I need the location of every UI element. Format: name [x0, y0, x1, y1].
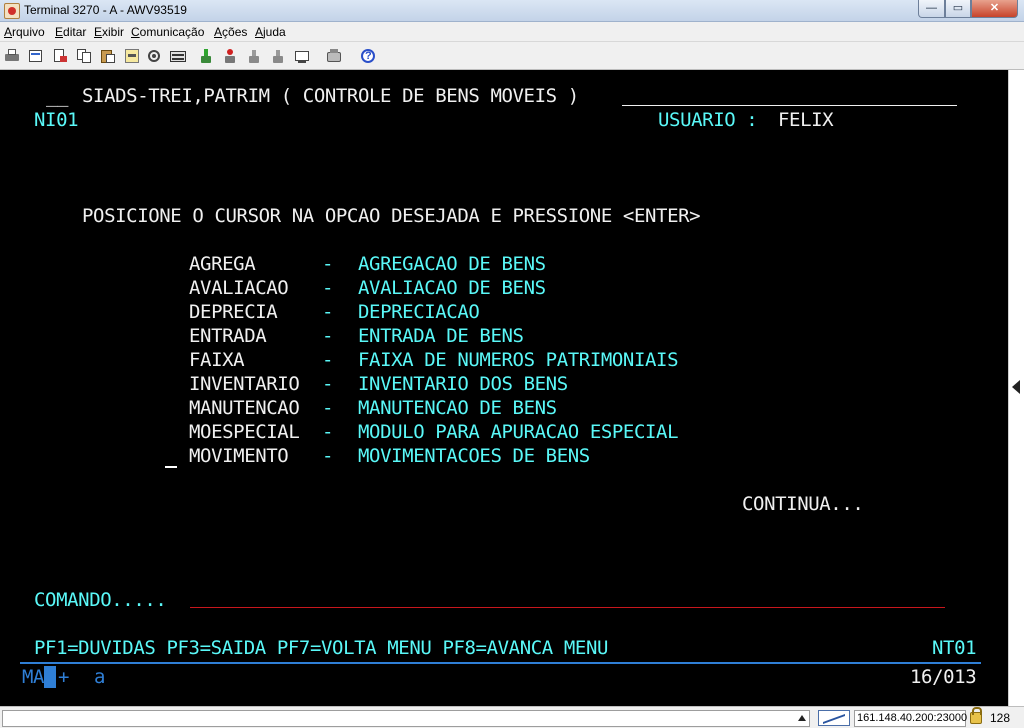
maximize-button[interactable]: ▭ [945, 0, 971, 18]
record-icon[interactable] [326, 48, 342, 64]
connect-icon[interactable] [198, 48, 214, 64]
option-code[interactable]: DEPRECIA [189, 301, 277, 323]
header-underline [622, 105, 957, 106]
color-icon[interactable] [294, 48, 310, 64]
screen-code: NT01 [932, 637, 976, 659]
status-message-field [2, 710, 810, 727]
oia-field: a [94, 666, 105, 688]
option-description: INVENTARIO DOS BENS [358, 373, 568, 395]
option-description: DEPRECIACAO [358, 301, 479, 323]
user-name: FELIX [778, 109, 833, 131]
menu-bar: Arquivo Editar Exibir Comunicação Ações … [0, 22, 1024, 42]
option-separator: - [322, 325, 333, 347]
disconnect-icon[interactable] [222, 48, 238, 64]
option-code[interactable]: AVALIACAO [189, 277, 288, 299]
paste-icon[interactable] [100, 48, 116, 64]
option-separator: - [322, 277, 333, 299]
menu-editar[interactable]: Editar [55, 25, 86, 39]
oia-cursor-position: 16/013 [910, 666, 976, 688]
menu-acoes[interactable]: Ações [214, 25, 247, 39]
option-code[interactable]: ENTRADA [189, 325, 266, 347]
help-icon[interactable]: ? [360, 48, 376, 64]
expand-panel-icon[interactable] [1012, 380, 1020, 394]
menu-arquivo[interactable]: Arquivo [4, 25, 45, 39]
session-count: 128 [990, 711, 1010, 725]
connection-status-icon [818, 710, 850, 726]
command-input-underline [190, 607, 945, 608]
header-prefix: __ [46, 85, 68, 107]
option-code[interactable]: INVENTARIO [189, 373, 299, 395]
option-code[interactable]: MOESPECIAL [189, 421, 299, 443]
screen-id: NI01 [34, 109, 78, 131]
option-separator: - [322, 301, 333, 323]
macro-icon[interactable] [124, 48, 140, 64]
screen-header-title: SIADS-TREI,PATRIM ( CONTROLE DE BENS MOV… [82, 85, 579, 107]
terminal-screen[interactable]: __ SIADS-TREI,PATRIM ( CONTROLE DE BENS … [0, 70, 1008, 706]
option-description: MANUTENCAO DE BENS [358, 397, 557, 419]
menu-ajuda[interactable]: Ajuda [255, 25, 286, 39]
oia-mode: MA [22, 666, 44, 688]
option-description: AVALIACAO DE BENS [358, 277, 546, 299]
option-separator: - [322, 253, 333, 275]
menu-comunicacao[interactable]: Comunicação [131, 25, 204, 39]
option-description: MODULO PARA APURACAO ESPECIAL [358, 421, 678, 443]
option-description: FAIXA DE NUMEROS PATRIMONIAIS [358, 349, 678, 371]
send-file-icon[interactable] [52, 48, 68, 64]
option-separator: - [322, 349, 333, 371]
option-code[interactable]: FAIXA [189, 349, 244, 371]
option-separator: - [322, 373, 333, 395]
lock-icon [970, 712, 982, 724]
text-cursor [165, 466, 177, 468]
print-icon[interactable] [4, 48, 20, 64]
option-description: MOVIMENTACOES DE BENS [358, 445, 590, 467]
scroll-up-icon[interactable] [798, 715, 806, 721]
option-code[interactable]: MOVIMENTO [189, 445, 288, 467]
command-label: COMANDO..... [34, 589, 166, 611]
instruction-text: POSICIONE O CURSOR NA OPCAO DESEJADA E P… [82, 205, 700, 227]
continua-label: CONTINUA... [742, 493, 863, 515]
oia-cursor-block [44, 666, 56, 688]
host-address: 161.148.40.200:23000 [857, 712, 967, 724]
status-bar: 161.148.40.200:23000 128 [0, 706, 1024, 728]
oia-plus: + [58, 666, 69, 688]
option-description: ENTRADA DE BENS [358, 325, 524, 347]
toolbar: ? [0, 42, 1024, 70]
option-separator: - [322, 445, 333, 467]
menu-exibir[interactable]: Exibir [94, 25, 124, 39]
option-code[interactable]: AGREGA [189, 253, 255, 275]
minimize-button[interactable]: — [918, 0, 945, 18]
option-separator: - [322, 421, 333, 443]
transfer-icon[interactable] [270, 48, 286, 64]
option-code[interactable]: MANUTENCAO [189, 397, 299, 419]
option-description: AGREGACAO DE BENS [358, 253, 546, 275]
title-bar: Terminal 3270 - A - AWV93519 — ▭ ✕ [0, 0, 1024, 22]
oia-separator [20, 662, 981, 664]
close-button[interactable]: ✕ [971, 0, 1018, 18]
keyboard-icon[interactable] [170, 48, 186, 64]
option-separator: - [322, 397, 333, 419]
window-title: Terminal 3270 - A - AWV93519 [24, 3, 187, 17]
copy-icon[interactable] [76, 48, 92, 64]
reset-icon[interactable] [246, 48, 262, 64]
settings-icon[interactable] [146, 48, 162, 64]
copy-screen-icon[interactable] [28, 48, 44, 64]
pf-keys-legend: PF1=DUVIDAS PF3=SAIDA PF7=VOLTA MENU PF8… [34, 637, 608, 659]
user-label: USUARIO : [658, 109, 757, 131]
terminal-app-icon [4, 3, 20, 19]
